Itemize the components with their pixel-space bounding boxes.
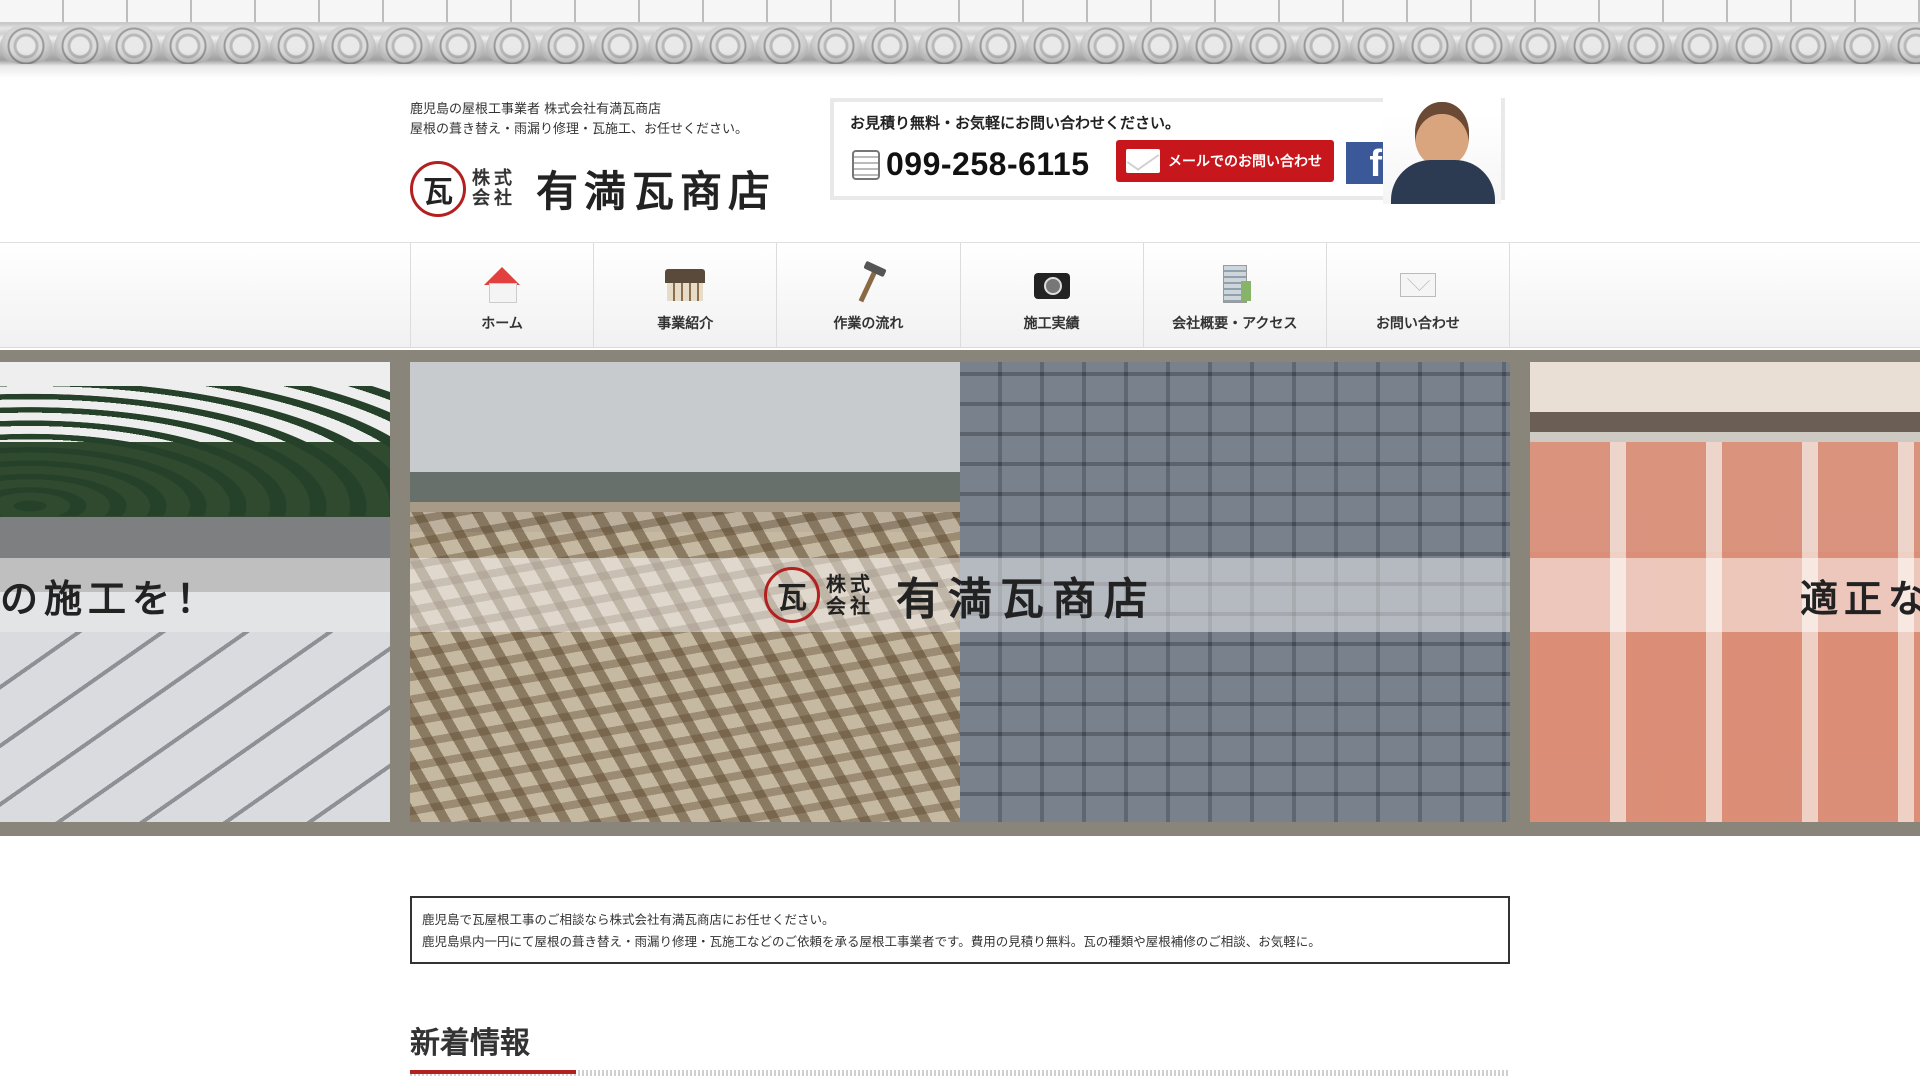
logo-company-type: 株式会社 (472, 167, 516, 209)
site-logo[interactable]: 瓦 株式会社 有満瓦商店 (410, 158, 776, 219)
nav-item-works[interactable]: 施工実績 (959, 243, 1143, 347)
nav-item-contact[interactable]: お問い合わせ (1325, 243, 1511, 347)
staff-avatar (1383, 94, 1501, 204)
home-icon (480, 263, 524, 303)
slide-current[interactable]: 瓦 株式会社 有満瓦商店 (410, 362, 1510, 822)
main-nav-bar: ホーム 事業紹介 作業の流れ 施工実績 会社概要・アクセス お問い合わせ (0, 242, 1920, 348)
slide-logo-banner: 瓦 株式会社 有満瓦商店 (410, 558, 1510, 632)
news-heading-underline (410, 1070, 1510, 1076)
logo-mark-icon: 瓦 (410, 160, 466, 217)
slide-next[interactable]: 適正な (1530, 362, 1920, 822)
nav-item-company[interactable]: 会社概要・アクセス (1142, 243, 1326, 347)
building-icon (1213, 263, 1257, 303)
intro-line-2: 鹿児島県内一円にて屋根の葺き替え・雨漏り修理・瓦施工などのご依頼を承る屋根工事業… (422, 934, 1321, 949)
nav-label: 会社概要・アクセス (1172, 316, 1298, 332)
mail-icon (1396, 263, 1440, 303)
roof-tile-banner (0, 0, 1920, 78)
shop-icon (663, 263, 707, 303)
nav-label: ホーム (481, 316, 523, 332)
facebook-icon[interactable]: f (1346, 142, 1388, 184)
intro-line-1: 鹿児島で瓦屋根工事のご相談なら株式会社有満瓦商店にお任せください。 (422, 912, 835, 927)
phone-icon (852, 149, 880, 180)
slide-previous[interactable]: 全の施工を！ (0, 362, 390, 822)
roof-ridge (0, 0, 1920, 24)
logo-company-name: 有満瓦商店 (536, 167, 777, 216)
slide-caption-left: 全の施工を！ (0, 558, 390, 632)
mail-contact-label: メールでのお問い合わせ (1168, 154, 1322, 170)
contact-box: お見積り無料・お気軽にお問い合わせください。 099-258-6115 メールで… (830, 94, 1505, 204)
hero-slider[interactable]: 全の施工を！ 瓦 株式会社 有満瓦商店 適正な (0, 350, 1920, 836)
mail-contact-button[interactable]: メールでのお問い合わせ (1116, 140, 1334, 182)
banner-company-type: 株式会社 (826, 572, 874, 618)
banner-company-name: 有満瓦商店 (896, 574, 1156, 625)
news-heading: 新着情報 (410, 1026, 530, 1061)
phone-number: 099-258-6115 (886, 146, 1090, 182)
roof-tile-row (0, 24, 1920, 64)
nav-label: 事業紹介 (657, 316, 714, 332)
contact-message: お見積り無料・お気軽にお問い合わせください。 (850, 114, 1181, 132)
nav-label: お問い合わせ (1375, 316, 1460, 332)
nav-item-workflow[interactable]: 作業の流れ (776, 243, 959, 347)
nav-label: 施工実績 (1023, 316, 1080, 332)
site-header: 鹿児島の屋根工事業者 株式会社有満瓦商店 屋根の葺き替え・雨漏り修理・瓦施工、お… (410, 94, 1510, 240)
slide-caption-right: 適正な (1530, 558, 1920, 632)
intro-box: 鹿児島で瓦屋根工事のご相談なら株式会社有満瓦商店にお任せください。 鹿児島県内一… (410, 896, 1510, 964)
mail-icon (1126, 149, 1160, 173)
hammer-icon (846, 263, 890, 303)
banner-logo-mark-icon: 瓦 (764, 567, 820, 623)
nav-item-home[interactable]: ホーム (410, 243, 593, 347)
camera-icon (1030, 263, 1074, 303)
main-nav: ホーム 事業紹介 作業の流れ 施工実績 会社概要・アクセス お問い合わせ (410, 243, 1511, 347)
phone-number-link[interactable]: 099-258-6115 (852, 146, 1090, 183)
nav-label: 作業の流れ (833, 316, 904, 332)
news-heading-accent (410, 1070, 576, 1074)
nav-item-business[interactable]: 事業紹介 (593, 243, 776, 347)
